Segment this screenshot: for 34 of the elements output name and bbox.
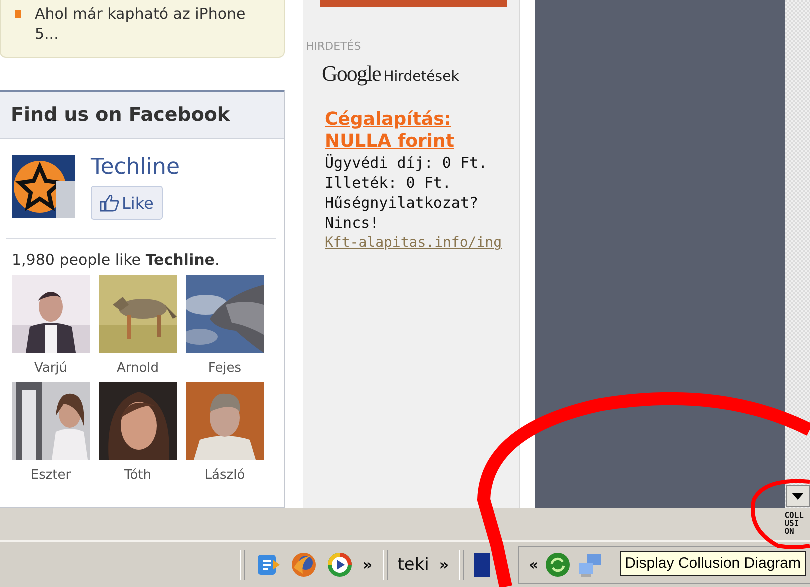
refresh-icon[interactable] — [544, 552, 571, 578]
ad-text: Nincs! — [325, 213, 380, 233]
more-button[interactable]: » — [439, 556, 450, 574]
news-link[interactable]: Ahol már kapható az iPhone 5... — [15, 4, 255, 44]
ad-text: Illeték: 0 Ft. — [325, 173, 452, 193]
fan-name[interactable]: Arnold — [116, 361, 160, 376]
fan-name[interactable]: László — [204, 468, 246, 483]
window-button[interactable] — [474, 552, 490, 576]
star-logo-icon — [12, 155, 75, 218]
scrollbar[interactable] — [785, 0, 810, 508]
scroll-down-button[interactable] — [786, 485, 810, 507]
fan-name[interactable]: Eszter — [30, 468, 72, 483]
caret-icon — [792, 492, 804, 500]
fan-name[interactable]: Fejes — [208, 361, 242, 376]
ads-caption: Hirdetések — [384, 69, 460, 85]
box-title: Find us on Facebook — [11, 104, 230, 126]
ad-label: HIRDETÉS — [306, 40, 362, 53]
globe-icon[interactable] — [291, 552, 317, 578]
tooltip: Display Collusion Diagram — [620, 550, 806, 576]
collusion-icon[interactable]: COLL USI ON — [784, 512, 804, 536]
more-button[interactable]: » — [363, 556, 373, 574]
google-logo: Google — [322, 61, 381, 87]
fan-name[interactable]: Varjú — [34, 361, 68, 376]
page-name-link[interactable]: Techline — [91, 155, 180, 180]
like-button[interactable]: Like — [91, 186, 163, 220]
expand-tray-button[interactable]: « — [529, 556, 539, 574]
thumbs-up-icon — [100, 194, 120, 212]
play-icon[interactable] — [327, 552, 353, 578]
ad-text: Hűségnyilatkozat? — [325, 193, 480, 213]
fan-name[interactable]: Tóth — [124, 468, 152, 483]
ad-text: Ügyvédi díj: 0 Ft. — [325, 153, 489, 173]
ad-url-link[interactable]: Kft-alapitas.info/ing — [325, 233, 519, 253]
like-count: 1,980 people like Techline. — [11, 250, 221, 269]
toolbar-label: teki — [398, 554, 430, 574]
